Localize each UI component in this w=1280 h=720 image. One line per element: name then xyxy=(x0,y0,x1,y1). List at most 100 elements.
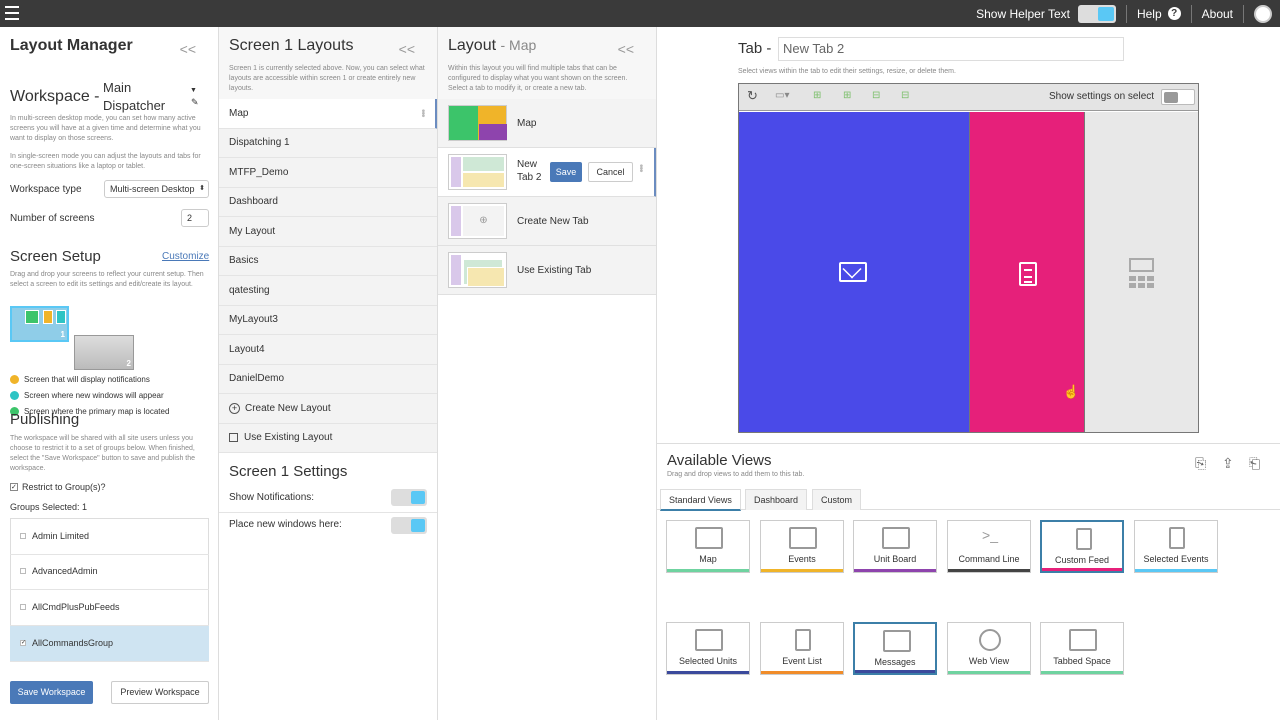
layout-item[interactable]: Basics xyxy=(219,246,437,276)
folder-tabs-icon xyxy=(1069,629,1097,651)
view-card-custom-feed[interactable]: Custom Feed xyxy=(1040,520,1124,573)
view-card-command-line[interactable]: >_ Command Line xyxy=(947,520,1031,573)
tab-dashboard[interactable]: Dashboard xyxy=(745,489,808,510)
collapse-icon[interactable]: << xyxy=(180,41,196,57)
view-card-messages[interactable]: Messages xyxy=(853,622,937,675)
restrict-checkbox[interactable]: ✓ Restrict to Group(s)? xyxy=(10,482,106,492)
workspace-type-select[interactable]: Multi-screen Desktop ⬍ xyxy=(104,180,209,198)
view-card-selected-units[interactable]: Selected Units xyxy=(666,622,750,675)
tab-map-thumbnail xyxy=(448,105,507,141)
helper-text-toggle[interactable] xyxy=(1077,4,1116,23)
layout-item[interactable]: MTFP_Demo xyxy=(219,158,437,188)
legend-notifications: Screen that will display notifications xyxy=(10,375,150,384)
globe-icon xyxy=(979,629,1001,651)
group-item[interactable]: AllCmdPlusPubFeeds xyxy=(10,590,209,626)
cancel-tab-button[interactable]: Cancel xyxy=(588,162,633,182)
tab-name-input[interactable]: New Tab 2 xyxy=(778,37,1124,61)
layout-dropdown-icon[interactable]: ▭▾ xyxy=(775,90,803,104)
refresh-icon[interactable]: ↻ xyxy=(747,88,763,103)
events-icon xyxy=(789,527,817,549)
workspace-name: Main Dispatcher xyxy=(103,80,166,113)
layout-item[interactable]: Dashboard xyxy=(219,187,437,217)
drop-zone-icon xyxy=(1129,258,1154,288)
messages-view-pane[interactable] xyxy=(739,112,969,432)
preview-workspace-button[interactable]: Preview Workspace xyxy=(111,681,209,704)
group-item[interactable]: AdvancedAdmin xyxy=(10,554,209,590)
hamburger-menu-icon[interactable] xyxy=(5,6,19,20)
publishing-desc: The workspace will be shared with all si… xyxy=(10,435,196,472)
show-settings-toggle[interactable] xyxy=(1161,89,1195,105)
help-link[interactable]: Help xyxy=(1137,7,1162,21)
group-item[interactable]: Admin Limited xyxy=(10,519,209,555)
screen-layouts-title: Screen 1 Layouts xyxy=(229,37,354,54)
view-card-tabbed-space[interactable]: Tabbed Space xyxy=(1040,622,1124,675)
create-new-layout[interactable]: + Create New Layout xyxy=(219,394,437,424)
view-card-web-view[interactable]: Web View xyxy=(947,622,1031,675)
layout-item[interactable]: My Layout xyxy=(219,217,437,247)
export-right-icon[interactable]: ⎗ xyxy=(1249,455,1260,472)
layout-item-map[interactable]: Map ••• xyxy=(219,99,437,129)
edit-pencil-icon[interactable]: ✎ xyxy=(191,97,199,108)
view-card-unit-board[interactable]: Unit Board xyxy=(853,520,937,573)
num-screens-input[interactable]: 2 xyxy=(181,209,209,227)
chevron-down-icon[interactable]: ▼ xyxy=(190,87,197,94)
view-card-event-list[interactable]: Event List xyxy=(760,622,844,675)
screen-setup-desc: Drag and drop your screens to reflect yo… xyxy=(10,271,204,288)
id-card-icon xyxy=(695,629,723,651)
tab-standard-views[interactable]: Standard Views xyxy=(660,489,741,511)
customize-link[interactable]: Customize xyxy=(162,251,209,262)
layout-manager-panel: Layout Manager << Workspace - Main Dispa… xyxy=(0,27,219,720)
available-views-title: Available Views xyxy=(667,452,772,469)
save-tab-button[interactable]: Save xyxy=(550,162,582,182)
about-link[interactable]: About xyxy=(1202,7,1233,21)
num-screens-label: Number of screens xyxy=(10,213,95,224)
layout-item[interactable]: Dispatching 1 xyxy=(219,128,437,158)
top-right-controls: Show Helper Text Help ? About xyxy=(976,0,1272,27)
avatar[interactable] xyxy=(1254,4,1272,23)
available-views-desc: Drag and drop views to add them to this … xyxy=(667,471,805,478)
view-card-map[interactable]: Map xyxy=(666,520,750,573)
export-left-icon[interactable]: ⎘ xyxy=(1195,455,1206,472)
place-windows-toggle[interactable] xyxy=(391,517,427,534)
split-horizontal-icon[interactable]: ⊟ xyxy=(872,90,888,104)
show-settings-label: Show settings on select xyxy=(1049,91,1155,102)
layout-item[interactable]: DanielDemo xyxy=(219,364,437,394)
groups-selected-label: Groups Selected: 1 xyxy=(10,502,88,512)
top-bar: Show Helper Text Help ? About xyxy=(0,0,1280,27)
tab-editor-desc: Select views within the tab to edit thei… xyxy=(738,68,956,75)
tab-new-tab-2[interactable]: New Tab 2 Save Cancel ••• xyxy=(438,148,656,197)
question-icon[interactable]: ? xyxy=(1167,7,1181,20)
create-new-tab[interactable]: ⊕ Create New Tab xyxy=(438,197,656,246)
use-existing-layout[interactable]: Use Existing Layout xyxy=(219,423,437,453)
split-vertical-icon[interactable]: ⊞ xyxy=(813,90,829,104)
group-item-selected[interactable]: ✓ AllCommandsGroup xyxy=(10,626,209,662)
layouts-list: Map ••• Dispatching 1 MTFP_Demo Dashboard… xyxy=(219,99,437,453)
screen-layouts-panel: Screen 1 Layouts << Screen 1 is currentl… xyxy=(219,27,438,720)
collapse-icon[interactable]: << xyxy=(618,41,634,57)
screen-layouts-desc: Screen 1 is currently selected above. No… xyxy=(229,65,425,92)
save-workspace-button[interactable]: Save Workspace xyxy=(10,681,93,704)
tab-custom[interactable]: Custom xyxy=(812,489,862,510)
empty-view-pane[interactable] xyxy=(1084,112,1198,432)
add-row-icon[interactable]: ⊟ xyxy=(901,90,917,104)
view-card-events[interactable]: Events xyxy=(760,520,844,573)
existing-tab-thumbnail xyxy=(448,252,507,288)
terminal-icon: >_ xyxy=(982,527,998,543)
canvas-toolbar: ↻ ▭▾ ⊞ ⊞ ⊟ ⊟ Show settings on select xyxy=(739,84,1198,111)
view-card-selected-events[interactable]: Selected Events xyxy=(1134,520,1218,573)
screen-1-thumbnail[interactable]: 1 xyxy=(10,306,69,342)
upload-icon[interactable]: ⇪ xyxy=(1222,455,1234,472)
split-three-icon[interactable]: ⊞ xyxy=(843,90,859,104)
tab-name-label: New Tab 2 xyxy=(517,159,542,183)
helper-text-label: Show Helper Text xyxy=(976,6,1070,21)
layout-item[interactable]: qatesting xyxy=(219,276,437,306)
legend-new-windows: Screen where new windows will appear xyxy=(10,391,164,400)
layout-manager-title: Layout Manager xyxy=(10,37,133,54)
tab-map[interactable]: Map xyxy=(438,99,656,148)
collapse-icon[interactable]: << xyxy=(399,41,415,57)
use-existing-tab[interactable]: Use Existing Tab xyxy=(438,246,656,295)
show-notifications-toggle[interactable] xyxy=(391,489,427,506)
layout-item[interactable]: Layout4 xyxy=(219,335,437,365)
screen-2-thumbnail[interactable]: 2 xyxy=(74,335,134,370)
layout-item[interactable]: MyLayout3 xyxy=(219,305,437,335)
